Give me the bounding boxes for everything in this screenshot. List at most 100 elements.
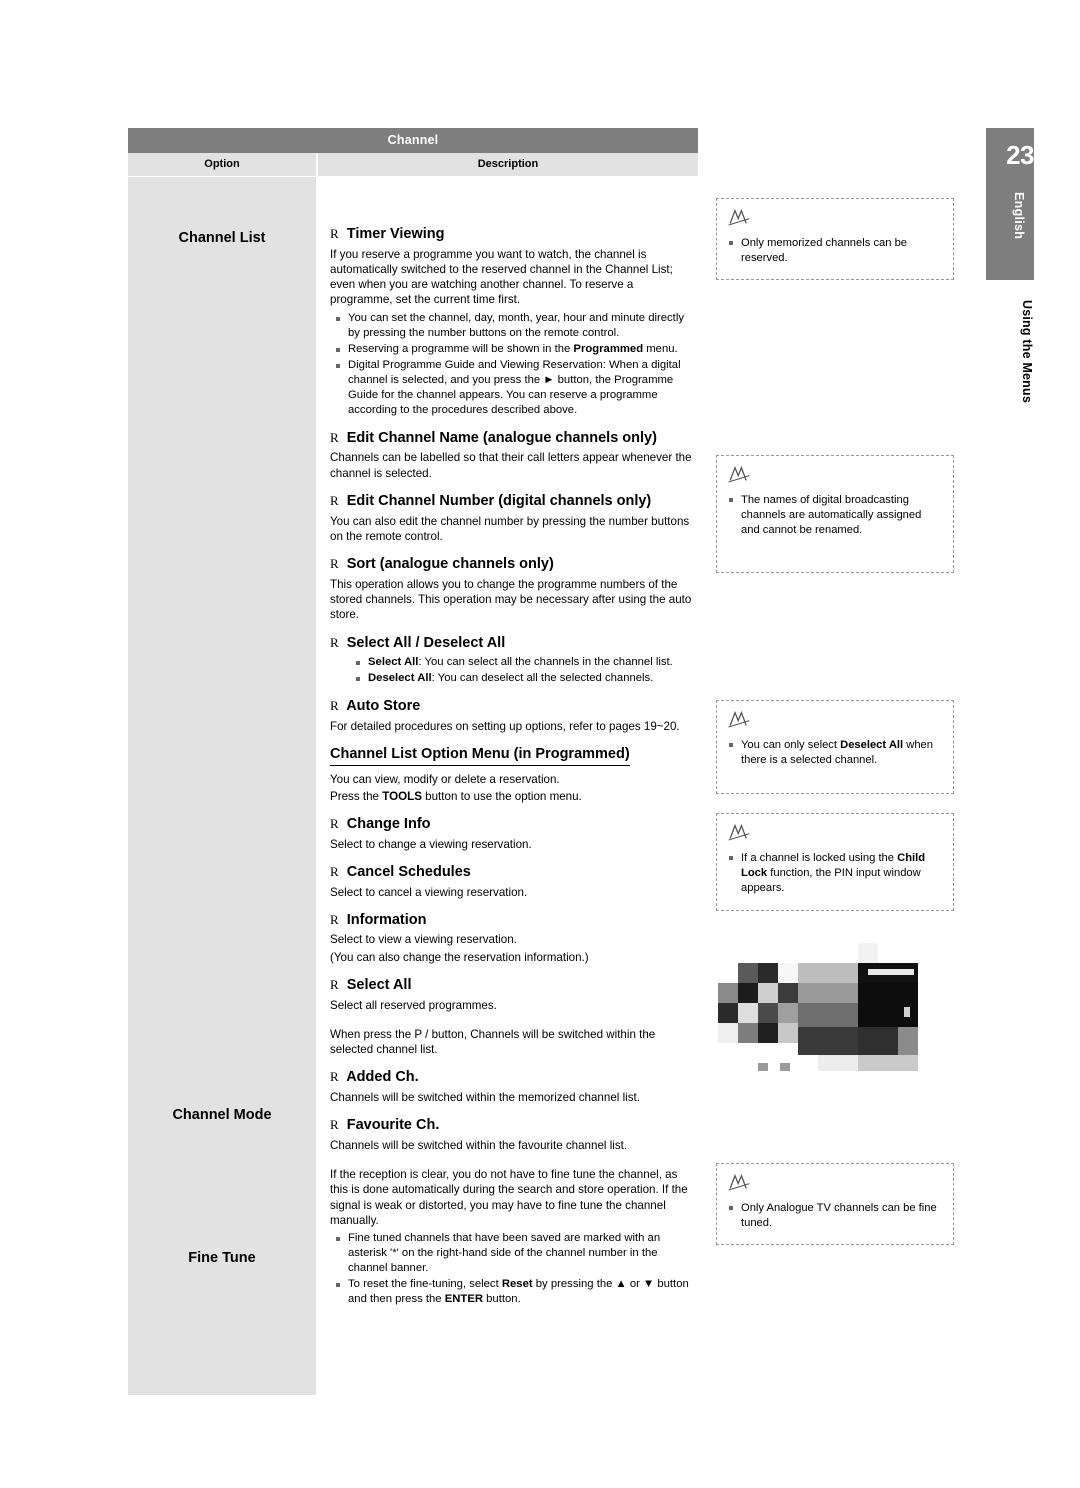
heading-sort-text: Sort (analogue channels only) — [346, 556, 554, 573]
para-sort: This operation allows you to change the … — [330, 577, 692, 622]
note-icon — [728, 710, 750, 728]
heading-change-info-text: Change Info — [346, 816, 431, 833]
block-option-menu: Channel List Option Menu (in Programmed)… — [330, 745, 698, 804]
para-channel-mode: When press the P / button, Channels will… — [330, 1027, 656, 1057]
heading-select-all-text: Select All — [346, 976, 412, 993]
block-edit-channel-name: R Edit Channel Name (analogue channels o… — [330, 429, 698, 481]
para-auto-store: For detailed procedures on setting up op… — [330, 719, 680, 733]
option-channel-mode: Channel Mode — [172, 1107, 272, 1123]
note-icon — [728, 208, 750, 226]
heading-added-ch: R Added Ch. — [330, 1068, 698, 1087]
heading-added-ch-text: Added Ch. — [346, 1069, 419, 1086]
para-fine-tune: If the reception is clear, you do not ha… — [330, 1168, 688, 1227]
block-select-all: R Select All Select all reserved program… — [330, 976, 698, 1013]
para-information-2: (You can also change the reservation inf… — [330, 950, 589, 964]
heading-auto-store-text: Auto Store — [346, 698, 421, 715]
r-marker-icon: R — [330, 226, 339, 241]
note-icon — [728, 465, 750, 483]
table-body: Channel List Channel Mode Fine Tune R Ti… — [128, 177, 698, 1395]
r-marker-icon: R — [330, 429, 339, 445]
r-marker-icon: R — [330, 911, 339, 927]
option-channel-list: Channel List — [178, 230, 266, 246]
channel-table: Channel Option Description Channel List … — [128, 128, 698, 1395]
bullets-fine-tune: Fine tuned channels that have been saved… — [330, 1231, 698, 1307]
heading-cancel-schedules-text: Cancel Schedules — [346, 863, 471, 880]
heading-edit-channel-name-text: Edit Channel Name (analogue channels onl… — [346, 429, 657, 446]
table-title: Channel — [128, 128, 698, 153]
para-added-ch: Channels will be switched within the mem… — [330, 1090, 640, 1104]
block-cancel-schedules: R Cancel Schedules Select to cancel a vi… — [330, 863, 698, 900]
para-option-menu-1: You can view, modify or delete a reserva… — [330, 772, 560, 786]
list-item: Only Analogue TV channels can be fine tu… — [727, 1201, 943, 1231]
r-marker-icon: R — [330, 634, 339, 650]
list-item: To reset the fine-tuning, select Reset b… — [330, 1277, 698, 1307]
note-memorized: Only memorized channels can be reserved. — [716, 198, 954, 280]
block-auto-store: R Auto Store For detailed procedures on … — [330, 697, 698, 734]
heading-timer-viewing-text: Timer Viewing — [346, 226, 445, 242]
option-fine-tune: Fine Tune — [188, 1250, 256, 1266]
para-change-info: Select to change a viewing reservation. — [330, 837, 532, 851]
para-information-1: Select to view a viewing reservation. — [330, 933, 517, 947]
r-marker-icon: R — [330, 698, 339, 714]
heading-information: R Information — [330, 911, 698, 930]
heading-select-deselect-all-text: Select All / Deselect All — [346, 634, 506, 651]
heading-select-deselect-all: R Select All / Deselect All — [330, 634, 698, 653]
block-select-deselect-all: R Select All / Deselect All Select All: … — [330, 634, 698, 687]
r-marker-icon: R — [330, 976, 339, 992]
heading-sort: R Sort (analogue channels only) — [330, 555, 698, 574]
note-list: You can only select Deselect All when th… — [727, 738, 943, 768]
block-added-ch: R Added Ch. Channels will be switched wi… — [330, 1068, 698, 1105]
note-analogue-fine-tune: Only Analogue TV channels can be fine tu… — [716, 1163, 954, 1245]
r-marker-icon: R — [330, 1069, 339, 1085]
heading-auto-store: R Auto Store — [330, 697, 698, 716]
heading-edit-channel-number: R Edit Channel Number (digital channels … — [330, 492, 698, 511]
list-item: You can only select Deselect All when th… — [727, 738, 943, 768]
note-list: Only Analogue TV channels can be fine tu… — [727, 1201, 943, 1231]
para-favourite-ch: Channels will be switched within the fav… — [330, 1138, 628, 1152]
block-information: R Information Select to view a viewing r… — [330, 911, 698, 965]
column-header-option: Option — [128, 153, 318, 176]
language-label: English — [1012, 192, 1026, 240]
block-channel-mode: When press the P / button, Channels will… — [330, 1027, 698, 1058]
block-favourite-ch: R Favourite Ch. Channels will be switche… — [330, 1116, 698, 1153]
heading-information-text: Information — [346, 911, 427, 928]
note-child-lock: If a channel is locked using the Child L… — [716, 813, 954, 911]
para-edit-channel-number: You can also edit the channel number by … — [330, 514, 690, 543]
note-icon — [728, 1173, 750, 1191]
description-column: R Timer Viewing If you reserve a program… — [316, 177, 698, 1395]
para-select-all: Select all reserved programmes. — [330, 998, 497, 1012]
heading-edit-channel-name: R Edit Channel Name (analogue channels o… — [330, 429, 698, 448]
heading-timer-viewing: R Timer Viewing — [330, 225, 698, 244]
para-edit-channel-name: Channels can be labelled so that their c… — [330, 451, 692, 480]
block-edit-channel-number: R Edit Channel Number (digital channels … — [330, 492, 698, 544]
note-list: Only memorized channels can be reserved. — [727, 236, 943, 266]
heading-select-all: R Select All — [330, 976, 698, 995]
r-marker-icon: R — [330, 492, 339, 508]
heading-option-menu: Channel List Option Menu (in Programmed) — [330, 745, 630, 766]
list-item: Only memorized channels can be reserved. — [727, 236, 943, 266]
table-column-headers: Option Description — [128, 153, 698, 177]
list-item: Digital Programme Guide and Viewing Rese… — [330, 358, 698, 418]
list-item: Fine tuned channels that have been saved… — [330, 1231, 698, 1276]
para-cancel-schedules: Select to cancel a viewing reservation. — [330, 885, 528, 899]
heading-favourite-ch: R Favourite Ch. — [330, 1116, 698, 1135]
r-marker-icon: R — [330, 863, 339, 879]
r-marker-icon: R — [330, 816, 339, 832]
list-item: You can set the channel, day, month, yea… — [330, 311, 698, 341]
note-digital-names: The names of digital broadcasting channe… — [716, 455, 954, 573]
heading-favourite-ch-text: Favourite Ch. — [346, 1117, 440, 1134]
heading-edit-channel-number-text: Edit Channel Number (digital channels on… — [346, 492, 652, 509]
column-header-description: Description — [477, 158, 539, 170]
heading-cancel-schedules: R Cancel Schedules — [330, 863, 698, 882]
page-number: 23 — [1006, 140, 1034, 170]
r-marker-icon: R — [330, 556, 339, 572]
block-change-info: R Change Info Select to change a viewing… — [330, 815, 698, 852]
r-marker-icon: R — [330, 1117, 339, 1133]
document-page: 23 English Using the Menus Channel Optio… — [0, 0, 1080, 1488]
para-option-menu-2: Press the TOOLS button to use the option… — [330, 789, 582, 803]
note-list: The names of digital broadcasting channe… — [727, 493, 943, 538]
tv-illustration — [718, 943, 918, 1071]
list-item: The names of digital broadcasting channe… — [727, 493, 943, 538]
note-list: If a channel is locked using the Child L… — [727, 851, 943, 896]
list-item: Select All: You can select all the chann… — [350, 655, 698, 670]
